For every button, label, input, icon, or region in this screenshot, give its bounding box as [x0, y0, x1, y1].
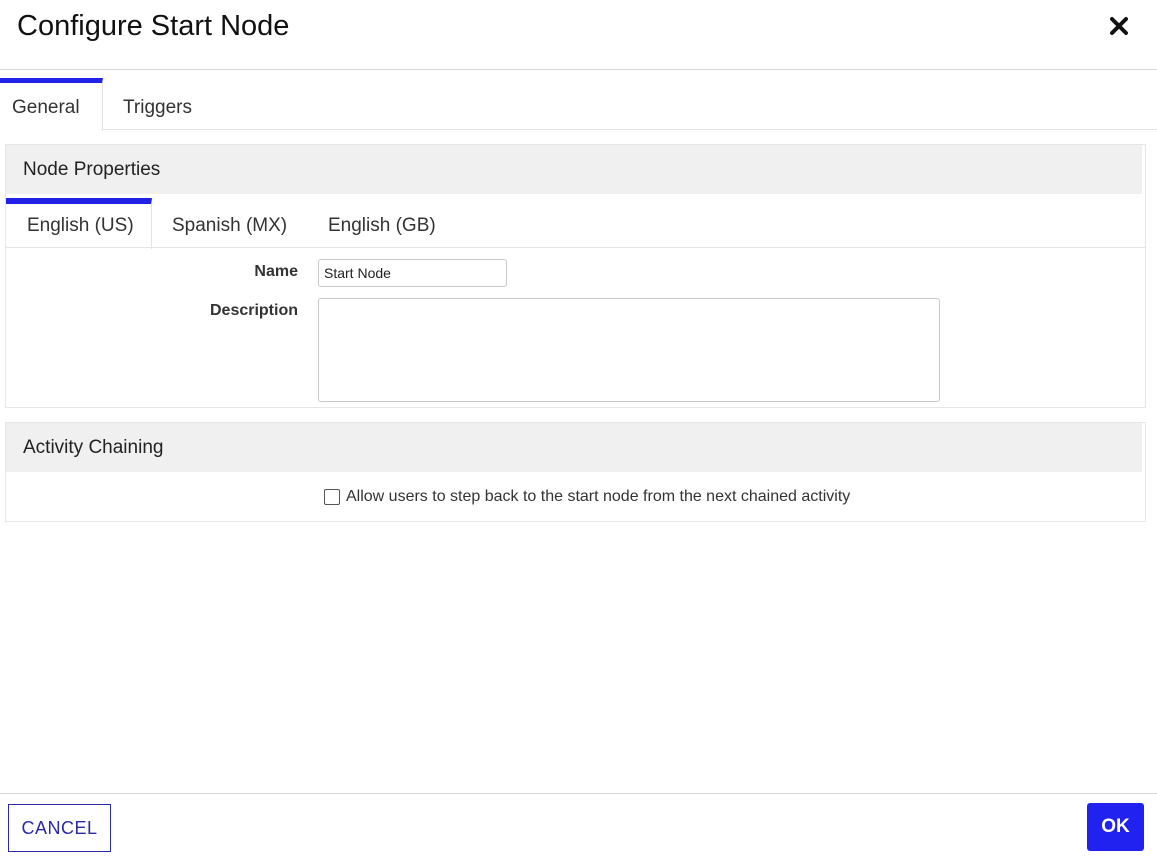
- dialog-title: Configure Start Node: [17, 10, 290, 42]
- close-button[interactable]: [1104, 11, 1134, 41]
- main-tab-bar: General Triggers: [0, 78, 1157, 131]
- language-tab-bar: English (US) Spanish (MX) English (GB): [6, 198, 1145, 249]
- activity-chaining-title: Activity Chaining: [23, 437, 164, 458]
- ok-button[interactable]: OK: [1087, 803, 1144, 851]
- node-properties-title: Node Properties: [23, 159, 161, 180]
- description-textarea[interactable]: [318, 298, 940, 402]
- tab-general-label: General: [12, 97, 80, 118]
- tab-spanish-mx[interactable]: Spanish (MX): [152, 198, 308, 248]
- tab-english-us[interactable]: English (US): [6, 198, 152, 249]
- tab-english-us-label: English (US): [27, 215, 134, 236]
- dialog-footer: CANCEL OK: [0, 793, 1157, 856]
- tab-general[interactable]: General: [0, 78, 103, 131]
- name-input[interactable]: [318, 259, 507, 287]
- tab-english-gb-label: English (GB): [328, 215, 436, 236]
- tab-english-gb[interactable]: English (GB): [308, 198, 458, 248]
- activity-chaining-header: Activity Chaining: [6, 423, 1142, 472]
- tab-triggers-label: Triggers: [123, 97, 192, 118]
- node-properties-header: Node Properties: [6, 145, 1142, 194]
- cancel-button[interactable]: CANCEL: [8, 804, 111, 852]
- configure-start-node-dialog: Configure Start Node General Triggers No…: [0, 0, 1157, 856]
- dialog-header: Configure Start Node: [0, 0, 1157, 70]
- description-label: Description: [209, 302, 298, 319]
- tab-spanish-mx-label: Spanish (MX): [172, 215, 288, 236]
- name-label: Name: [254, 263, 298, 280]
- step-back-option[interactable]: Allow users to step back to the start no…: [324, 487, 850, 507]
- activity-chaining-section: Activity Chaining Allow users to step ba…: [5, 422, 1146, 522]
- step-back-label[interactable]: Allow users to step back to the start no…: [346, 488, 850, 506]
- node-properties-section: Node Properties English (US) Spanish (MX…: [5, 144, 1146, 408]
- tab-triggers[interactable]: Triggers: [103, 78, 213, 130]
- step-back-checkbox[interactable]: [324, 489, 340, 505]
- close-x-icon: [1110, 17, 1128, 35]
